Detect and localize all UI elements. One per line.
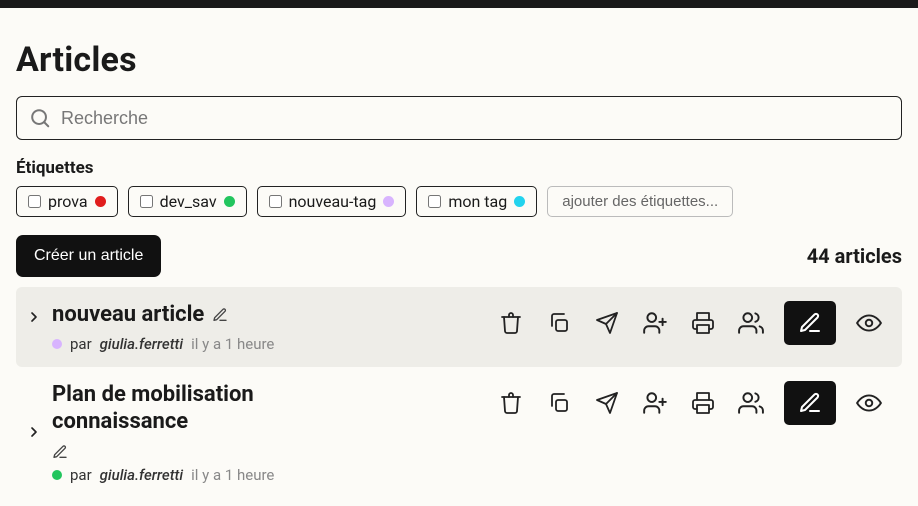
tags-section-label: Étiquettes: [16, 158, 902, 178]
article-title: nouveau article: [52, 301, 204, 329]
edit-title-icon[interactable]: [52, 444, 68, 460]
article-item[interactable]: Plan de mobilisation connaissance par gi…: [16, 367, 902, 498]
search-icon: [29, 107, 51, 129]
collaborators-button[interactable]: [736, 308, 766, 338]
tag-label: mon tag: [448, 192, 507, 211]
preview-button[interactable]: [854, 308, 884, 338]
tag-filter-dev-sav[interactable]: dev_sav: [128, 186, 247, 217]
print-button[interactable]: [688, 388, 718, 418]
by-prefix: par: [70, 466, 92, 484]
tag-checkbox[interactable]: [140, 195, 153, 208]
tag-filter-prova[interactable]: prova: [16, 186, 118, 217]
edit-title-icon[interactable]: [212, 307, 228, 323]
article-time: il y a 1 heure: [191, 466, 274, 484]
print-button[interactable]: [688, 308, 718, 338]
send-button[interactable]: [592, 308, 622, 338]
duplicate-button[interactable]: [544, 388, 574, 418]
tag-filter-mon-tag[interactable]: mon tag: [416, 186, 537, 217]
expand-toggle[interactable]: [26, 301, 42, 333]
tag-label: dev_sav: [160, 192, 217, 211]
tag-dot: [224, 196, 235, 207]
top-bar: [0, 0, 918, 8]
tag-checkbox[interactable]: [28, 195, 41, 208]
article-list: nouveau article par giulia.ferretti il y…: [16, 287, 902, 498]
tag-checkbox[interactable]: [269, 195, 282, 208]
by-prefix: par: [70, 335, 92, 353]
tag-dot: [514, 196, 525, 207]
share-button[interactable]: [640, 388, 670, 418]
tag-checkbox[interactable]: [428, 195, 441, 208]
tag-label: prova: [48, 192, 88, 211]
tag-dot: [52, 339, 62, 349]
edit-button[interactable]: [784, 301, 836, 345]
tags-row: prova dev_sav nouveau-tag mon tag ajoute…: [16, 186, 902, 217]
tag-dot: [383, 196, 394, 207]
tag-filter-nouveau-tag[interactable]: nouveau-tag: [257, 186, 407, 217]
add-tags-button[interactable]: ajouter des étiquettes...: [547, 186, 733, 217]
tag-label: nouveau-tag: [289, 192, 377, 211]
tag-dot: [52, 470, 62, 480]
tag-dot: [95, 196, 106, 207]
expand-toggle[interactable]: [26, 416, 42, 448]
delete-button[interactable]: [496, 388, 526, 418]
delete-button[interactable]: [496, 308, 526, 338]
article-author: giulia.ferretti: [100, 335, 183, 353]
article-time: il y a 1 heure: [191, 335, 274, 353]
share-button[interactable]: [640, 308, 670, 338]
search-input[interactable]: [61, 108, 889, 129]
search-box[interactable]: [16, 96, 902, 140]
preview-button[interactable]: [854, 388, 884, 418]
article-author: giulia.ferretti: [100, 466, 183, 484]
article-item[interactable]: nouveau article par giulia.ferretti il y…: [16, 287, 902, 367]
create-article-button[interactable]: Créer un article: [16, 235, 161, 277]
article-actions: [496, 381, 884, 425]
page-title: Articles: [16, 40, 902, 80]
article-title: Plan de mobilisation connaissance: [52, 381, 312, 436]
article-count-label: 44 articles: [807, 244, 902, 268]
send-button[interactable]: [592, 388, 622, 418]
edit-button[interactable]: [784, 381, 836, 425]
collaborators-button[interactable]: [736, 388, 766, 418]
article-actions: [496, 301, 884, 345]
duplicate-button[interactable]: [544, 308, 574, 338]
